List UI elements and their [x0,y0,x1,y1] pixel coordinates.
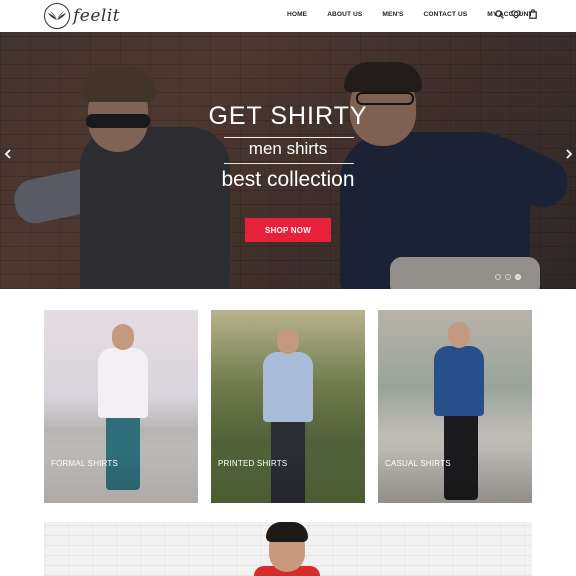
card-photo-model-head [112,324,134,350]
hero-divider-bottom [224,163,354,164]
slider-prev-arrow-icon[interactable] [1,147,15,161]
category-card-casual-shirts[interactable]: CASUAL SHIRTS [378,310,532,503]
card-photo-model-shirt [434,346,484,416]
nav-contact-us[interactable]: CONTACT US [424,11,468,18]
brand-logo[interactable]: feelit [44,3,120,29]
card-photo-model-head [448,322,470,348]
search-icon[interactable] [494,9,504,19]
hero-tagline: best collection [221,168,355,191]
cart-icon[interactable] [528,9,538,19]
heart-icon[interactable] [511,9,521,19]
hero-title: GET SHIRTY [208,102,368,130]
hero-subtitle: men shirts [248,139,328,158]
nav-home[interactable]: HOME [287,11,307,18]
category-card-printed-shirts[interactable]: PRINTED SHIRTS [211,310,365,503]
slider-dot[interactable] [495,274,501,280]
slider-next-arrow-icon[interactable] [562,147,576,161]
brand-name: feelit [73,6,121,26]
shop-now-button[interactable]: SHOP NOW [245,218,331,242]
hero-divider-top [224,137,354,138]
banner-model-hair [266,522,308,542]
card-photo-model-shirt [98,348,148,418]
card-photo-model-head [277,328,299,354]
card-photo-model-shirt [263,352,313,422]
nav-mens[interactable]: MEN'S [382,11,403,18]
slider-pagination [495,274,525,280]
site-header: feelit HOME ABOUT US MEN'S CONTACT US MY… [0,0,576,32]
category-label: FORMAL SHIRTS [44,449,198,503]
category-label: PRINTED SHIRTS [211,449,365,503]
slider-dot[interactable] [505,274,511,280]
slider-dot-active[interactable] [515,274,521,280]
category-label: CASUAL SHIRTS [378,449,532,503]
nav-about-us[interactable]: ABOUT US [327,11,362,18]
category-card-formal-shirts[interactable]: FORMAL SHIRTS [44,310,198,503]
hero-slider: GET SHIRTY men shirts best collection SH… [0,32,576,289]
header-actions [494,9,545,19]
hero-overlay [0,32,576,289]
wings-logo-icon [44,3,70,29]
promo-banner[interactable] [44,522,532,576]
